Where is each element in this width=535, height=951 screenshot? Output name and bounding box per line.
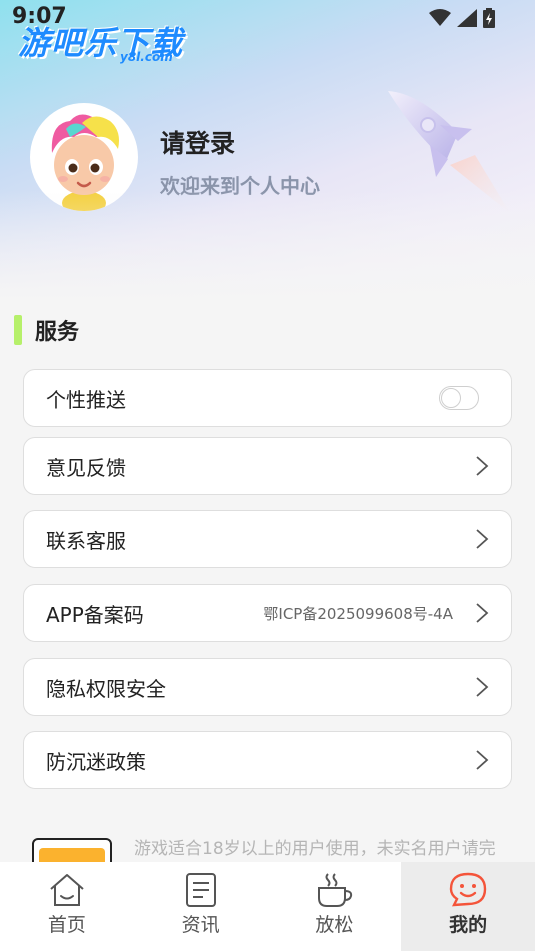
battery-icon — [483, 8, 495, 28]
status-icons — [429, 8, 495, 28]
section-title: 服务 — [35, 320, 80, 345]
tab-label: 放松 — [315, 914, 354, 936]
tab-label: 首页 — [47, 914, 86, 936]
cartoon-avatar-icon — [51, 114, 119, 211]
privacy-permissions-row[interactable]: 隐私权限安全 — [23, 658, 512, 716]
filing-code-value: 鄂ICP备2025099608号-4A — [263, 604, 453, 623]
row-label: 隐私权限安全 — [46, 676, 166, 701]
row-label: 联系客服 — [46, 528, 126, 553]
smiley-chat-icon — [449, 872, 487, 907]
tab-home[interactable]: 首页 — [0, 862, 134, 951]
rocket-illustration — [388, 91, 510, 213]
anti-addiction-policy-row[interactable]: 防沉迷政策 — [23, 731, 512, 789]
chevron-right-icon — [476, 456, 489, 476]
chevron-right-icon — [476, 750, 489, 770]
app-filing-code-row[interactable]: APP备案码 鄂ICP备2025099608号-4A — [23, 584, 512, 642]
tab-news[interactable]: 资讯 — [134, 862, 268, 951]
tab-relax[interactable]: 放松 — [268, 862, 402, 951]
tab-label: 我的 — [449, 914, 488, 936]
toggle-knob — [441, 388, 461, 408]
section-accent-bar — [14, 315, 22, 345]
chevron-right-icon — [476, 603, 489, 623]
age-notice-text: 游戏适合18岁以上的用户使用，未实名用户请完 — [134, 839, 496, 859]
home-icon — [50, 874, 84, 906]
chevron-right-icon — [476, 529, 489, 549]
feedback-row[interactable]: 意见反馈 — [23, 437, 512, 495]
row-label: APP备案码 — [46, 602, 144, 627]
signal-icon — [457, 9, 477, 27]
tab-label: 资讯 — [181, 914, 220, 936]
services-section-header: 服务 — [14, 314, 79, 346]
app-logo-domain: y8l.com — [120, 50, 173, 64]
login-prompt[interactable]: 请登录 — [160, 124, 235, 160]
profile-header: 9:07 游吧乐下载 y8l.com 请登录 欢迎来到个人中心 — [0, 0, 535, 300]
row-label: 意见反馈 — [46, 455, 126, 480]
row-label: 个性推送 — [46, 387, 126, 412]
bottom-tab-bar: 首页 资讯 放松 我的 — [0, 862, 535, 951]
welcome-text: 欢迎来到个人中心 — [160, 174, 320, 198]
push-notification-row[interactable]: 个性推送 — [23, 369, 512, 427]
chevron-right-icon — [476, 677, 489, 697]
row-label: 防沉迷政策 — [46, 749, 146, 774]
coffee-icon — [318, 873, 353, 907]
push-toggle[interactable] — [439, 386, 479, 410]
news-icon — [185, 873, 216, 907]
tab-mine[interactable]: 我的 — [401, 862, 535, 951]
avatar[interactable] — [30, 103, 138, 211]
wifi-icon — [429, 9, 451, 26]
customer-service-row[interactable]: 联系客服 — [23, 510, 512, 568]
